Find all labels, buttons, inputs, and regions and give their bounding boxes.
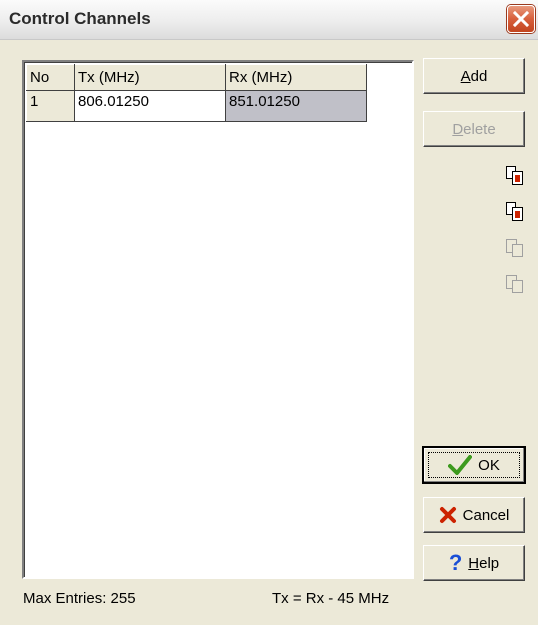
paste-rx-icon [506, 275, 523, 293]
copy-tx-icon[interactable] [505, 165, 525, 187]
copy-rx-icon[interactable] [505, 201, 525, 223]
paste-tx-icon [506, 239, 523, 257]
focus-rectangle [428, 452, 520, 478]
close-icon [513, 11, 529, 27]
column-header-tx[interactable]: Tx (MHz) [74, 64, 226, 91]
column-header-rx[interactable]: Rx (MHz) [225, 64, 367, 91]
control-channels-dialog: Control Channels No Tx (MHz) Rx (MHz) 1 … [0, 0, 538, 625]
cancel-x-icon [439, 506, 457, 524]
add-button[interactable]: Add [423, 58, 525, 94]
help-question-icon: ? [448, 550, 463, 575]
close-button[interactable] [507, 5, 535, 33]
column-header-no[interactable]: No [26, 64, 75, 91]
table-row[interactable]: 1 806.01250 851.01250 [26, 90, 367, 122]
cancel-button[interactable]: Cancel [423, 497, 525, 533]
row-number-cell[interactable]: 1 [26, 90, 75, 122]
tx-cell[interactable]: 806.01250 [74, 90, 226, 122]
channel-table: No Tx (MHz) Rx (MHz) 1 806.01250 851.012… [26, 64, 367, 122]
add-button-label: Add [460, 67, 488, 85]
dialog-title: Control Channels [9, 9, 151, 28]
tx-formula-label: Tx = Rx - 45 MHz [272, 590, 390, 607]
help-button[interactable]: ? Help [423, 545, 525, 581]
title-bar[interactable]: Control Channels [0, 0, 538, 40]
channel-grid[interactable]: No Tx (MHz) Rx (MHz) 1 806.01250 851.012… [22, 60, 414, 579]
max-entries-label: Max Entries: 255 [23, 590, 136, 607]
ok-button[interactable]: OK [422, 446, 526, 484]
delete-button[interactable]: Delete [423, 111, 525, 147]
cancel-button-label: Cancel [462, 506, 510, 524]
delete-button-label: Delete [452, 120, 496, 138]
rx-cell[interactable]: 851.01250 [225, 90, 367, 122]
help-button-label: Help [468, 554, 500, 572]
table-header-row: No Tx (MHz) Rx (MHz) [26, 64, 367, 91]
